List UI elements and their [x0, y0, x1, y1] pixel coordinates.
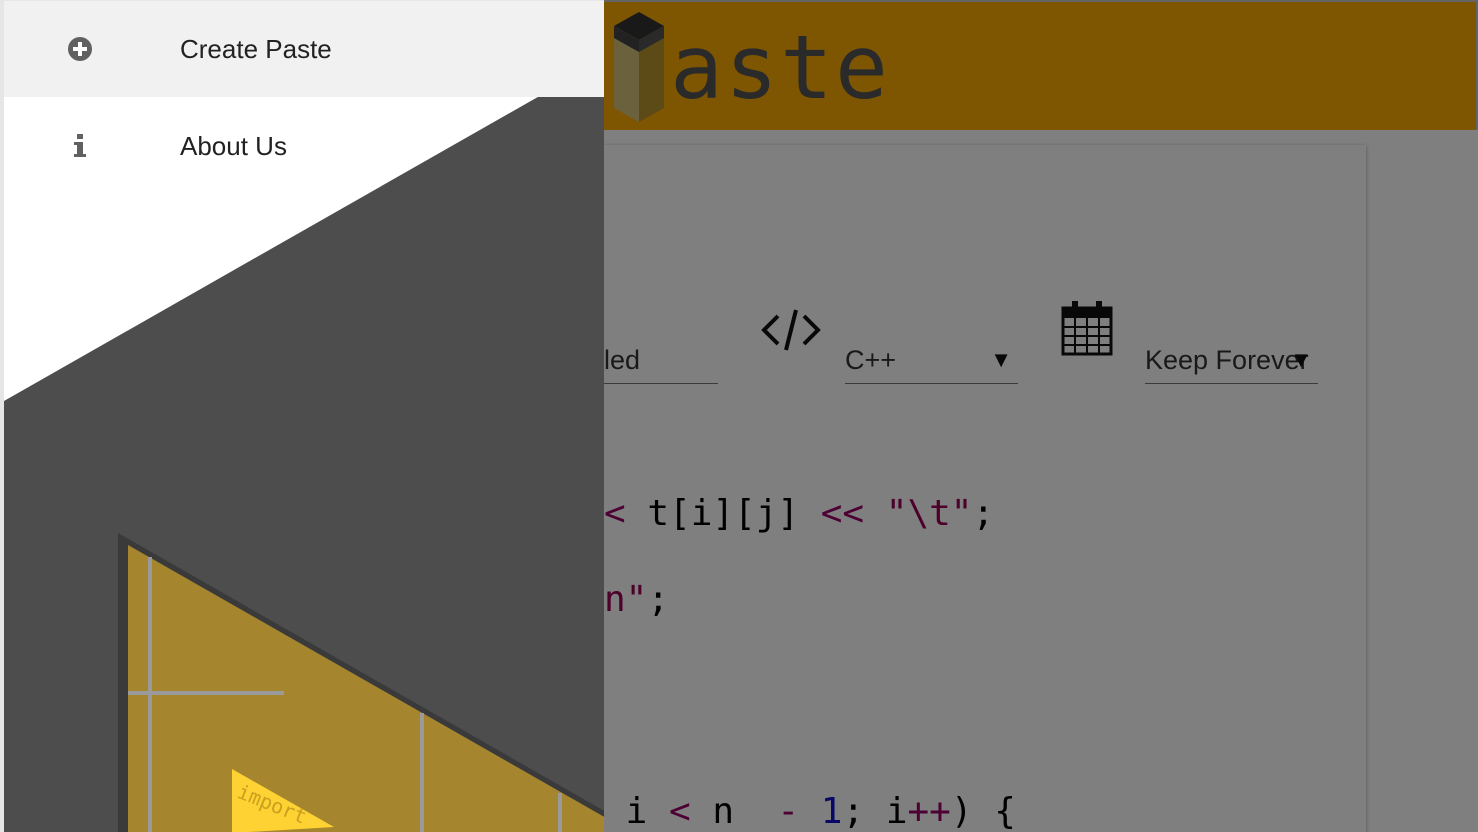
- menu-item-label: About Us: [180, 130, 287, 161]
- menu-item-about-us[interactable]: About Us: [4, 98, 604, 194]
- menu-item-create-paste[interactable]: Create Paste: [4, 1, 604, 97]
- plus-circle-icon: [66, 35, 94, 63]
- menu-item-label: Create Paste: [180, 33, 332, 64]
- navigation-drawer: import Create Paste About Us: [0, 0, 604, 832]
- info-icon: [66, 132, 94, 160]
